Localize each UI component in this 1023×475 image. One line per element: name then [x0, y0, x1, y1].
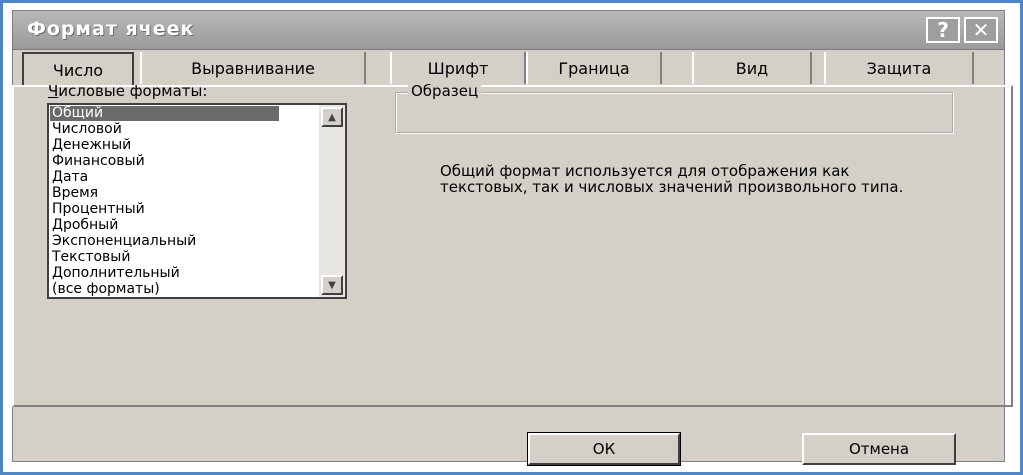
- sample-label: Образец: [408, 82, 482, 100]
- cancel-button[interactable]: Отмена: [802, 433, 956, 465]
- tab-view[interactable]: Вид: [692, 52, 812, 84]
- format-item-general[interactable]: Общий: [50, 106, 279, 121]
- format-item-percentage[interactable]: Процентный: [52, 202, 145, 217]
- scroll-down-arrow-icon[interactable]: ▼: [321, 275, 343, 295]
- format-item-date[interactable]: Дата: [52, 170, 88, 185]
- ok-button[interactable]: ОК: [527, 432, 681, 466]
- format-item-fraction[interactable]: Дробный: [52, 218, 118, 233]
- close-icon: ✕: [972, 18, 990, 42]
- tab-alignment[interactable]: Выравнивание: [140, 52, 366, 84]
- dialog-title: Формат ячеек: [27, 18, 195, 40]
- tab-strip: Число Выравнивание Шрифт Граница Вид Защ…: [12, 52, 1013, 86]
- number-formats-list[interactable]: Общий Числовой Денежный Финансовый Дата …: [47, 103, 347, 299]
- format-item-special[interactable]: Дополнительный: [52, 266, 180, 281]
- format-item-scientific[interactable]: Экспоненциальный: [52, 234, 196, 249]
- help-button[interactable]: ?: [926, 17, 960, 43]
- scroll-up-arrow-icon[interactable]: ▲: [321, 107, 343, 127]
- tab-number[interactable]: Число: [22, 52, 134, 86]
- number-formats-label: Числовые форматы:: [48, 82, 208, 100]
- format-item-number[interactable]: Числовой: [52, 122, 122, 137]
- format-item-accounting[interactable]: Финансовый: [52, 154, 145, 169]
- close-button[interactable]: ✕: [964, 17, 998, 43]
- format-description: Общий формат используется для отображени…: [440, 162, 904, 196]
- format-item-text[interactable]: Текстовый: [52, 250, 130, 265]
- format-item-time[interactable]: Время: [52, 186, 98, 201]
- format-item-currency[interactable]: Денежный: [52, 138, 131, 153]
- help-icon: ?: [937, 18, 949, 42]
- tab-font[interactable]: Шрифт: [390, 52, 526, 84]
- title-bar[interactable]: Формат ячеек ? ✕: [13, 11, 1004, 50]
- tab-protection[interactable]: Защита: [824, 52, 974, 84]
- format-item-custom[interactable]: (все форматы): [52, 282, 160, 297]
- list-scrollbar[interactable]: ▲ ▼: [319, 105, 345, 297]
- tab-border[interactable]: Граница: [526, 52, 662, 84]
